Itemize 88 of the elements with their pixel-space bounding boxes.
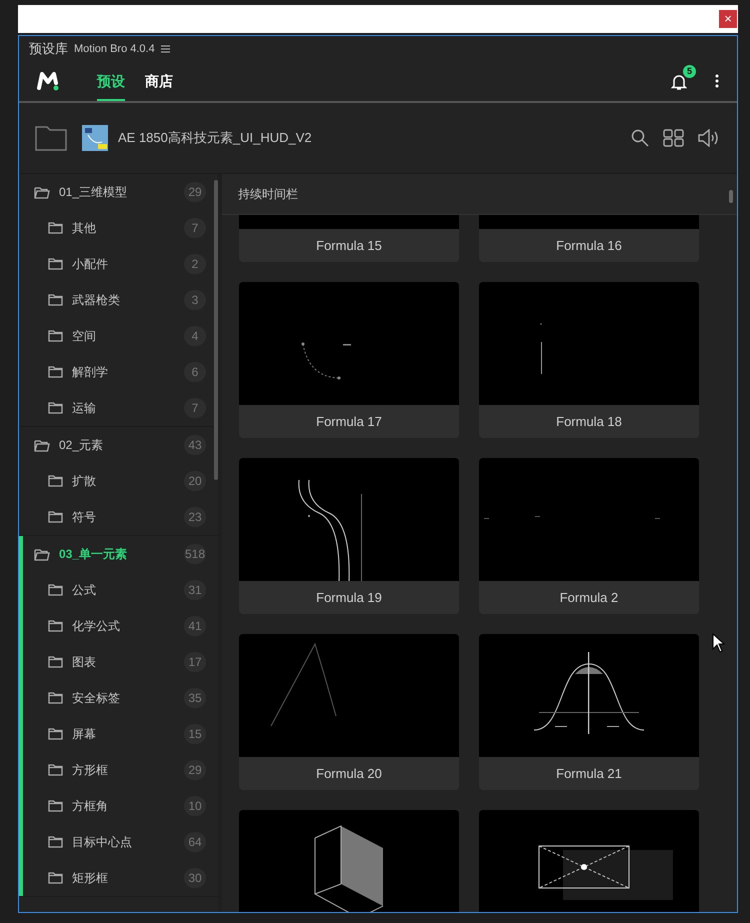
folder-icon	[48, 584, 63, 596]
folder-icon	[48, 511, 63, 523]
panel-title: 预设库	[29, 40, 68, 58]
item-count: 518	[184, 544, 206, 564]
preset-title[interactable]: Formula 19	[239, 581, 459, 614]
item-count: 23	[184, 507, 206, 527]
item-count: 31	[184, 580, 206, 600]
folder-label[interactable]: 武器枪类	[72, 292, 184, 308]
item-count: 7	[184, 218, 206, 238]
folder-icon	[48, 836, 63, 848]
folder-icon	[48, 692, 63, 704]
preset-title[interactable]: Formula 16	[479, 229, 699, 262]
item-count: 30	[184, 868, 206, 888]
folder-label[interactable]: 小配件	[72, 256, 184, 272]
preset-title[interactable]: Formula 17	[239, 405, 459, 438]
folder-label[interactable]: 01_三维模型	[59, 184, 184, 200]
item-count: 29	[184, 760, 206, 780]
item-count: 10	[184, 796, 206, 816]
close-button[interactable]: ×	[719, 10, 737, 28]
scrollbar-thumb[interactable]	[214, 180, 218, 480]
folder-label[interactable]: 安全标签	[72, 690, 184, 706]
folder-label[interactable]: 化学公式	[72, 618, 184, 634]
notification-badge: 5	[683, 65, 696, 78]
item-count: 35	[184, 688, 206, 708]
folder-label[interactable]: 空间	[72, 328, 184, 344]
folder-icon	[48, 402, 63, 414]
folder-icon	[48, 222, 63, 234]
item-count: 64	[184, 832, 206, 852]
tab[interactable]: 预设	[97, 63, 125, 101]
folder-label[interactable]: 公式	[72, 582, 184, 598]
folder-icon	[48, 294, 63, 306]
folder-label[interactable]: 运输	[72, 400, 184, 416]
pack-thumbnail	[82, 125, 108, 151]
preset-title[interactable]: Formula 21	[479, 757, 699, 790]
item-count: 7	[184, 398, 206, 418]
folder-icon	[34, 438, 50, 452]
item-count: 20	[184, 471, 206, 491]
folder-label[interactable]: 解剖学	[72, 364, 184, 380]
speaker-icon[interactable]	[698, 129, 719, 147]
folder-label[interactable]: 图表	[72, 654, 184, 670]
folder-label[interactable]: 扩散	[72, 472, 184, 490]
item-count: 29	[184, 182, 206, 202]
folder-label[interactable]: 屏幕	[72, 726, 184, 742]
folder-icon	[48, 330, 63, 342]
preset-title[interactable]: Formula 20	[239, 757, 459, 790]
folder-icon	[48, 620, 63, 632]
item-count: 4	[184, 326, 206, 346]
preset-title[interactable]: Formula 18	[479, 405, 699, 438]
folder-icon	[48, 656, 63, 668]
folder-icon[interactable]	[35, 126, 67, 150]
folder-icon	[48, 366, 63, 378]
item-count: 17	[184, 652, 206, 672]
folder-icon	[48, 475, 63, 487]
folder-icon	[48, 872, 63, 884]
folder-label[interactable]: 符号	[72, 508, 184, 526]
item-count: 15	[184, 724, 206, 744]
folder-label[interactable]: 矩形框	[72, 870, 184, 886]
cursor-icon	[712, 633, 725, 653]
item-count: 2	[184, 254, 206, 274]
item-count: 43	[184, 435, 206, 455]
folder-label[interactable]: 目标中心点	[72, 834, 184, 850]
folder-icon	[48, 764, 63, 776]
tab[interactable]: 商店	[145, 63, 173, 101]
folder-icon	[48, 728, 63, 740]
section-title: 持续时间栏	[238, 186, 298, 202]
preset-title[interactable]: Formula 15	[239, 229, 459, 262]
item-count: 41	[184, 616, 206, 636]
grid-icon[interactable]	[663, 129, 684, 147]
folder-icon	[48, 800, 63, 812]
folder-label[interactable]: 方框角	[72, 798, 184, 814]
item-count: 6	[184, 362, 206, 382]
scrollbar-thumb[interactable]	[729, 190, 733, 203]
folder-icon	[48, 258, 63, 270]
folder-icon	[34, 186, 50, 198]
app-version: Motion Bro 4.0.4	[74, 42, 155, 54]
pack-name: AE 1850高科技元素_UI_HUD_V2	[118, 129, 312, 147]
folder-icon	[34, 548, 50, 560]
search-icon[interactable]	[631, 129, 649, 147]
folder-label[interactable]: 03_单一元素	[59, 546, 184, 562]
menu-icon[interactable]	[160, 44, 170, 52]
more-icon[interactable]	[715, 74, 719, 88]
logo-icon[interactable]	[37, 70, 59, 92]
folder-label[interactable]: 方形框	[72, 762, 184, 778]
item-count: 3	[184, 290, 206, 310]
bell-icon[interactable]	[671, 73, 687, 91]
preset-title[interactable]: Formula 2	[479, 581, 699, 614]
folder-label[interactable]: 其他	[72, 220, 184, 236]
folder-label[interactable]: 02_元素	[59, 436, 184, 454]
